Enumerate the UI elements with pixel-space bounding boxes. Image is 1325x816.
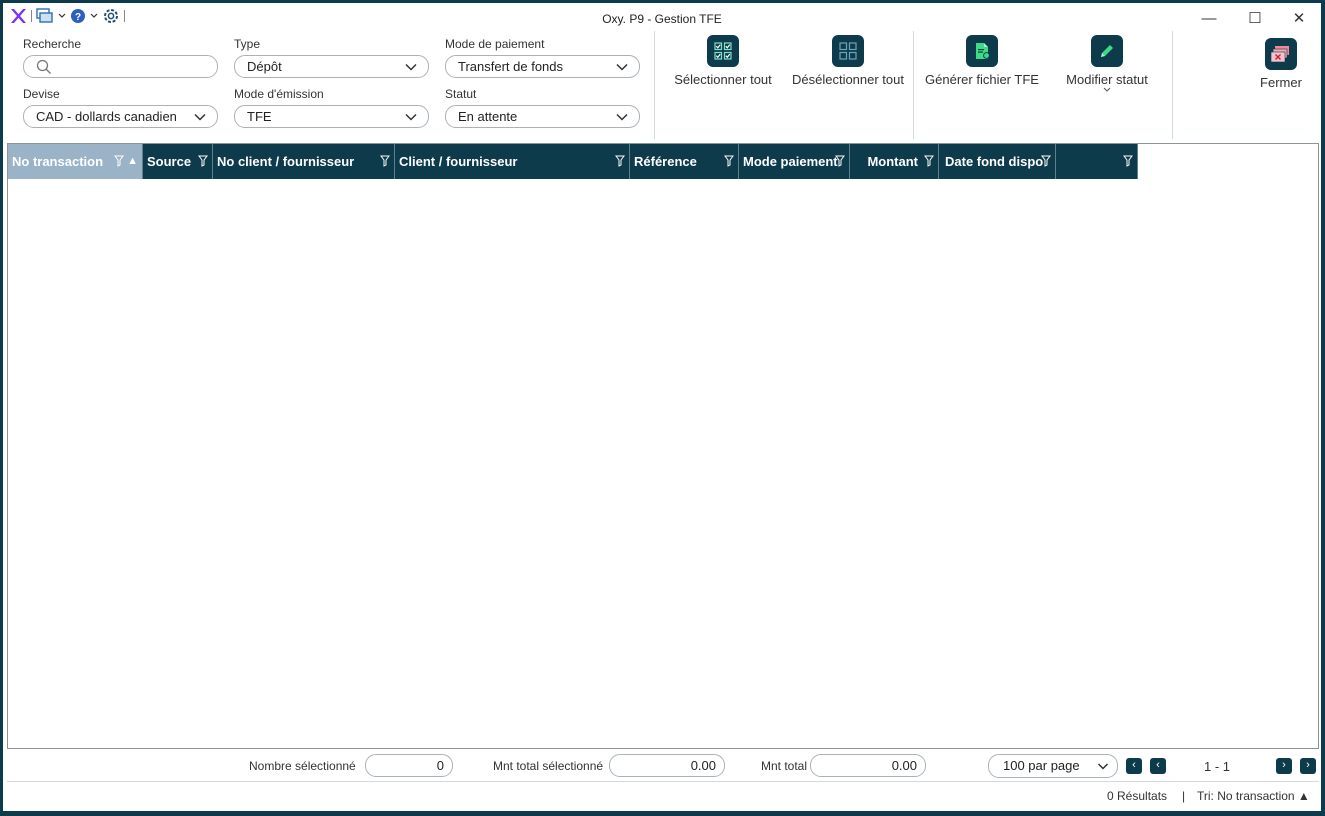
status-separator: | [1182, 789, 1186, 803]
payment-mode-select[interactable]: Transfert de fonds [445, 55, 640, 78]
sort-ascending-icon[interactable]: ▲ [127, 155, 138, 167]
selected-count-label: Nombre sélectionné [249, 759, 356, 773]
filter-icon[interactable] [615, 155, 625, 167]
search-label: Recherche [23, 37, 82, 51]
payment-mode-value: Transfert de fonds [458, 59, 564, 74]
status-label: Statut [445, 87, 477, 101]
filter-icon[interactable] [198, 155, 208, 167]
main-window: ? Oxy. P9 - Gestion TFE — ☐ ✕ Recherche … [2, 2, 1322, 812]
column-label: Date fond dispo [945, 154, 1044, 169]
deselect-all-button[interactable]: Désélectionner tout [789, 35, 907, 87]
close-window-button[interactable]: ✕ [1279, 7, 1319, 29]
column-label: Référence [634, 154, 697, 169]
filter-icon[interactable] [724, 155, 734, 167]
maximize-button[interactable]: ☐ [1235, 7, 1275, 29]
chevron-down-icon [616, 63, 628, 71]
emission-mode-label: Mode d'émission [234, 87, 324, 101]
file-export-icon [966, 35, 998, 67]
column-header-reference[interactable]: Référence [630, 144, 739, 179]
currency-label: Devise [23, 87, 60, 101]
column-header-payment-mode[interactable]: Mode paiement [739, 144, 850, 179]
column-label: Montant [867, 154, 918, 169]
column-header-client[interactable]: Client / fournisseur [395, 144, 630, 179]
ribbon-separator [654, 31, 655, 139]
emission-mode-value: TFE [247, 109, 272, 124]
title-bar: ? Oxy. P9 - Gestion TFE — ☐ ✕ [3, 3, 1321, 33]
currency-value: CAD - dollards canadien [36, 109, 177, 124]
filter-icon[interactable] [114, 155, 124, 167]
deselect-all-label: Désélectionner tout [791, 72, 904, 87]
modify-status-button[interactable]: Modifier statut [1059, 35, 1155, 93]
minimize-button[interactable]: — [1189, 7, 1229, 29]
ribbon-separator [1172, 31, 1173, 139]
select-all-label: Sélectionner tout [674, 72, 772, 87]
results-count: 0 Résultats [1107, 789, 1168, 803]
generate-tfe-file-label: Générer fichier TFE [925, 72, 1039, 87]
column-label: Mode paiement [743, 154, 838, 169]
chevron-down-icon [405, 113, 417, 121]
total-amount-label: Mnt total [761, 759, 808, 773]
footer-divider [7, 781, 1319, 782]
modify-status-label: Modifier statut [1066, 72, 1148, 87]
selected-total-label: Mnt total sélectionné [493, 759, 604, 773]
summary-bar: Nombre sélectionné 0 Mnt total sélection… [7, 751, 1319, 781]
first-page-button[interactable]: ‹ [1126, 758, 1142, 774]
ribbon-separator [913, 31, 914, 139]
emission-mode-select[interactable]: TFE [234, 105, 429, 128]
grid-header: No transaction ▲ Source No client / four… [8, 144, 1138, 179]
selected-count-field: 0 [365, 754, 453, 777]
status-value: En attente [458, 109, 518, 124]
page-size-select[interactable]: 100 par page [988, 754, 1118, 778]
close-label: Fermer [1260, 75, 1302, 90]
filter-icon[interactable] [835, 155, 845, 167]
column-header-source[interactable]: Source [143, 144, 213, 179]
previous-page-button[interactable]: ‹ [1150, 758, 1166, 774]
chevron-down-icon [194, 113, 206, 121]
type-label: Type [234, 37, 261, 51]
next-page-button[interactable]: › [1276, 758, 1292, 774]
currency-select[interactable]: CAD - dollards canadien [23, 105, 218, 128]
column-label: Source [147, 154, 192, 169]
chevron-down-icon [616, 113, 628, 121]
selected-total-field: 0.00 [609, 754, 725, 777]
type-value: Dépôt [247, 59, 282, 74]
last-page-button[interactable]: › [1300, 758, 1316, 774]
page-size-value: 100 par page [1003, 758, 1080, 773]
page-range: 1 - 1 [1204, 759, 1231, 774]
select-all-icon [707, 35, 739, 67]
status-bar: 0 Résultats | Tri: No transaction ▲ [7, 785, 1319, 811]
column-label: No transaction [12, 154, 104, 169]
close-button[interactable]: Fermer [1249, 38, 1313, 90]
column-header-extra[interactable] [1056, 144, 1138, 179]
filter-icon[interactable] [924, 155, 934, 167]
chevron-down-icon [1103, 87, 1111, 92]
payment-mode-label: Mode de paiement [445, 37, 545, 51]
column-header-fund-date[interactable]: Date fond dispo [939, 144, 1056, 179]
select-all-button[interactable]: Sélectionner tout [668, 35, 778, 87]
chevron-down-icon [1097, 763, 1109, 770]
generate-tfe-file-button[interactable]: Générer fichier TFE [925, 35, 1039, 87]
filter-icon[interactable] [380, 155, 390, 167]
status-select[interactable]: En attente [445, 105, 640, 128]
column-label: Client / fournisseur [399, 154, 518, 169]
sort-info: Tri: No transaction ▲ [1197, 789, 1310, 803]
column-header-amount[interactable]: Montant [850, 144, 939, 179]
search-input[interactable] [23, 55, 218, 78]
column-label: No client / fournisseur [217, 154, 355, 169]
pencil-icon [1091, 35, 1123, 67]
column-header-no-transaction[interactable]: No transaction ▲ [8, 144, 143, 179]
transactions-grid[interactable]: No transaction ▲ Source No client / four… [7, 143, 1319, 749]
filter-icon[interactable] [1123, 155, 1133, 167]
type-select[interactable]: Dépôt [234, 55, 429, 78]
search-icon [36, 59, 51, 74]
column-header-no-client[interactable]: No client / fournisseur [213, 144, 395, 179]
window-title: Oxy. P9 - Gestion TFE [602, 12, 722, 26]
chevron-down-icon [405, 63, 417, 71]
filter-icon[interactable] [1041, 155, 1051, 167]
deselect-all-icon [832, 35, 864, 67]
total-amount-field: 0.00 [810, 754, 926, 777]
close-tab-icon [1265, 38, 1297, 70]
